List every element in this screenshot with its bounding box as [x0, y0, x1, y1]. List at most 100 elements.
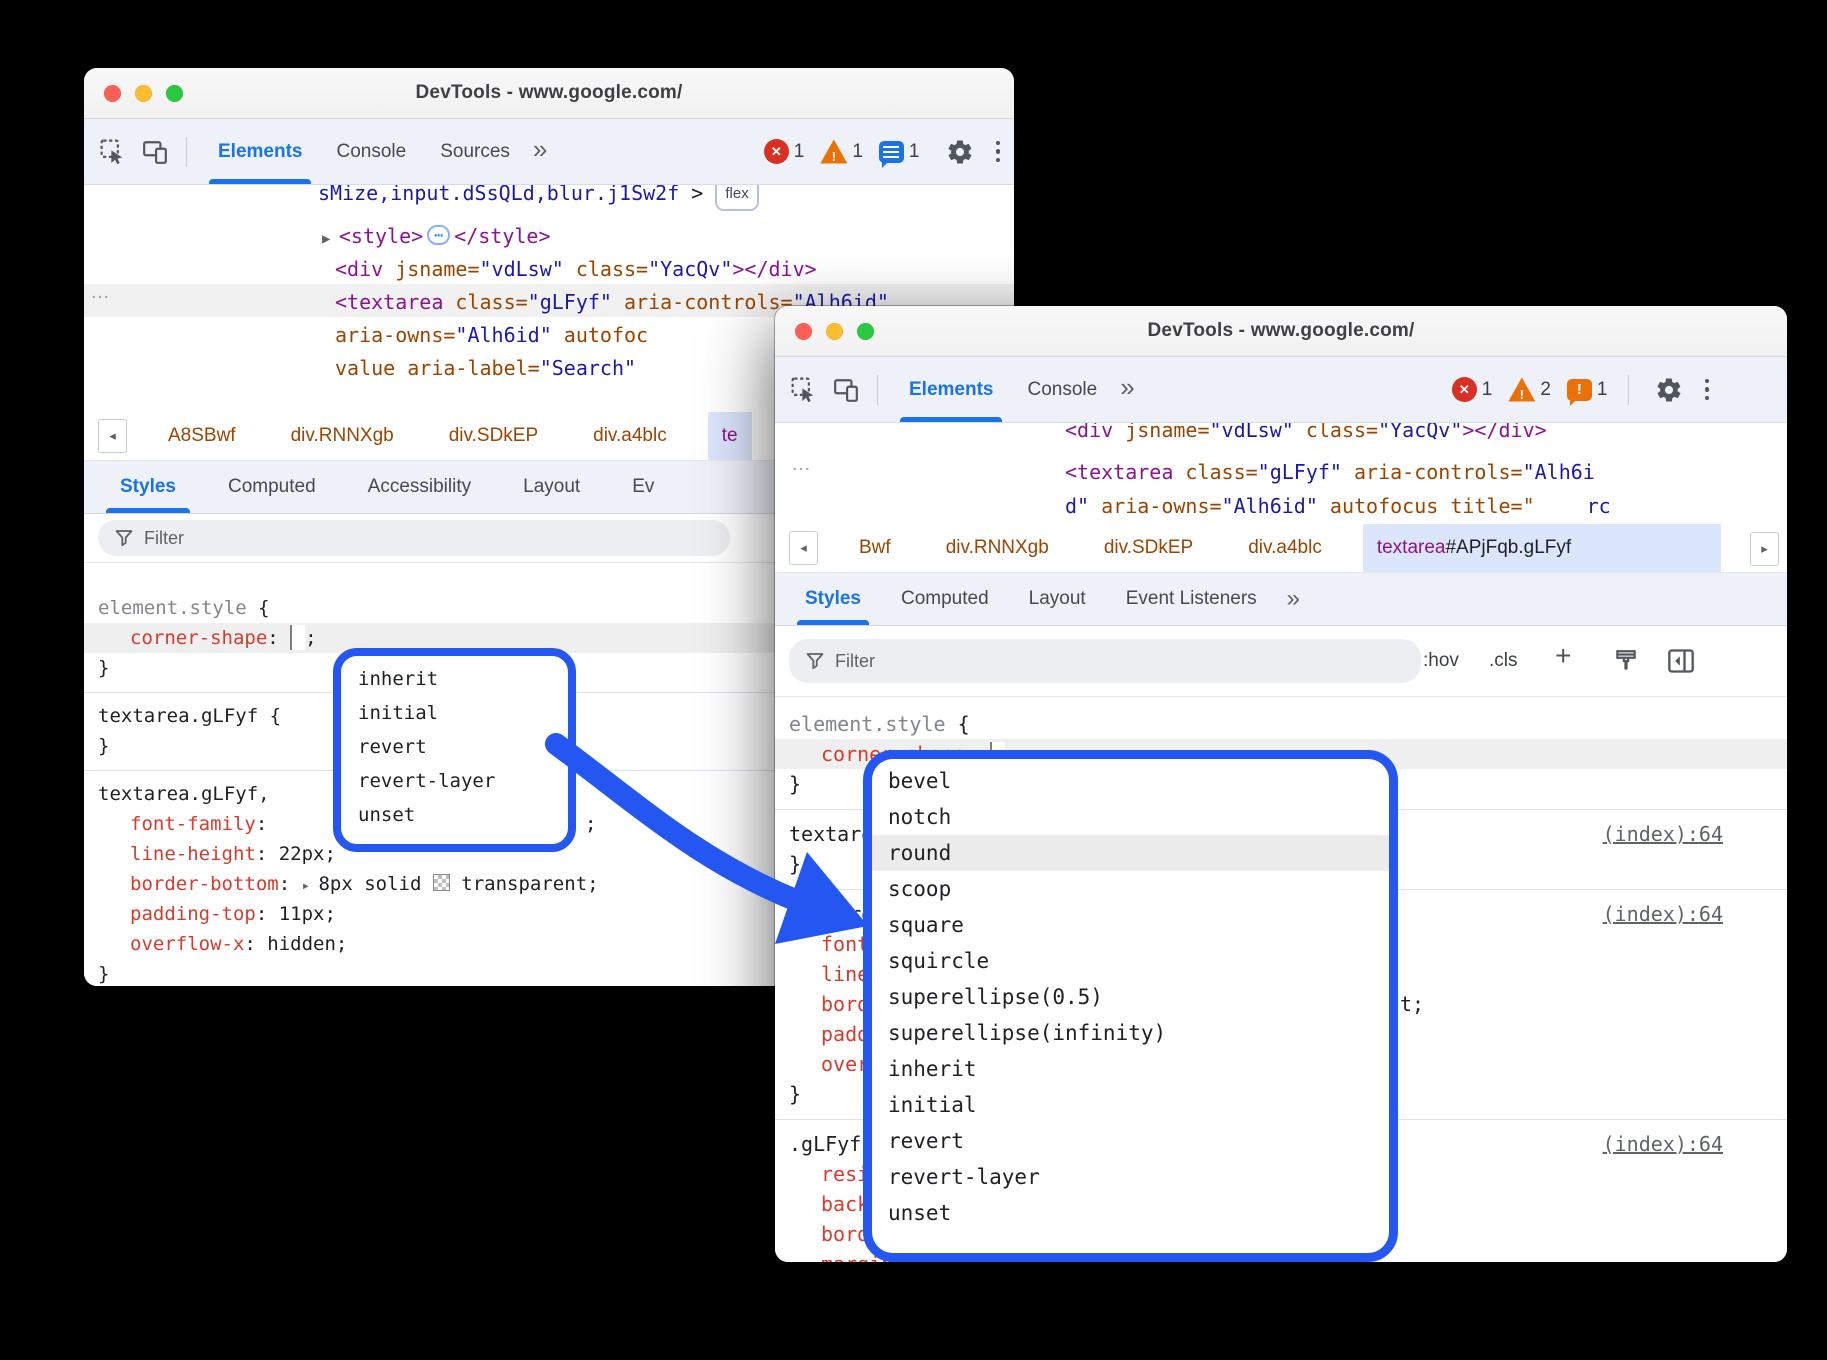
autocomplete-option[interactable]: revert-layer	[341, 764, 568, 798]
titlebar: DevTools - www.google.com/	[84, 68, 1014, 119]
error-badge[interactable]: ✕1	[1452, 377, 1493, 402]
more-panels-icon[interactable]: »	[1287, 585, 1298, 613]
panel-tab-computed[interactable]: Computed	[881, 573, 1009, 625]
inspect-element-icon[interactable]	[789, 375, 819, 405]
dom-tree-line[interactable]: value aria-label="Search"	[335, 353, 648, 383]
autocomplete-option[interactable]: square	[872, 907, 1389, 943]
tab-console[interactable]: Console	[1010, 357, 1114, 422]
dom-tree-line[interactable]: <textarea class="gLFyf" aria-controls="A…	[1065, 457, 1595, 487]
dom-tree-line[interactable]: <div jsname="vdLsw" class="YacQv"></div>	[1065, 423, 1547, 445]
toggle-hover-state-button[interactable]: :hov	[1423, 626, 1459, 696]
zoom-button[interactable]	[166, 85, 183, 102]
close-button[interactable]	[104, 85, 121, 102]
breadcrumb-item[interactable]: div.SDkEP	[1090, 524, 1207, 572]
panel-tab-layout[interactable]: Layout	[497, 461, 606, 513]
panel-tab-computed[interactable]: Computed	[202, 461, 342, 513]
dom-tree-line[interactable]: ▶ <style>⋯</style>	[322, 221, 551, 254]
text-caret	[290, 625, 305, 650]
breadcrumb-item[interactable]: div.a4blc	[1234, 524, 1336, 572]
stylesheet-source-link[interactable]: (index):64	[1603, 1129, 1723, 1159]
breadcrumb-item[interactable]: Bwf	[845, 524, 905, 572]
zoom-button[interactable]	[857, 323, 874, 340]
code-text: }	[789, 852, 801, 876]
breadcrumb-item[interactable]: te	[708, 412, 752, 460]
stylesheet-source-link[interactable]: (index):64	[1603, 819, 1723, 849]
autocomplete-option[interactable]: scoop	[872, 871, 1389, 907]
dock-sidebar-icon[interactable]	[1667, 626, 1695, 696]
brush-icon[interactable]	[1613, 626, 1639, 696]
error-badge[interactable]: ✕1	[764, 139, 805, 164]
autocomplete-option[interactable]: unset	[341, 798, 568, 832]
autocomplete-option[interactable]: revert	[872, 1123, 1389, 1159]
autocomplete-option[interactable]: superellipse(infinity)	[872, 1015, 1389, 1051]
breadcrumb-back-icon[interactable]: ◂	[789, 531, 818, 565]
issue-badge[interactable]: !1	[1567, 379, 1608, 401]
autocomplete-option[interactable]: superellipse(0.5)	[872, 979, 1389, 1015]
close-button[interactable]	[795, 323, 812, 340]
panel-tab-accessibility[interactable]: Accessibility	[342, 461, 497, 513]
style-filter-input[interactable]: Filter	[98, 520, 730, 556]
panel-tab-ev[interactable]: Ev	[606, 461, 680, 513]
breadcrumb-item[interactable]: A8SBwf	[154, 412, 250, 460]
autocomplete-option[interactable]: round	[872, 835, 1389, 871]
minimize-button[interactable]	[826, 323, 843, 340]
code-text: <div	[335, 257, 383, 281]
more-options-icon[interactable]	[996, 141, 1001, 163]
message-badge[interactable]: 1	[879, 141, 920, 163]
code-text: "Alh6i	[1523, 460, 1595, 484]
tab-console[interactable]: Console	[319, 119, 423, 184]
breadcrumb-forward-icon[interactable]: ▸	[1750, 532, 1779, 566]
autocomplete-option[interactable]: squircle	[872, 943, 1389, 979]
code-text: :	[256, 903, 279, 925]
code-text: aria-owns=	[335, 323, 455, 347]
warning-badge[interactable]: !2	[1508, 378, 1551, 402]
code-text: line-height	[130, 843, 256, 865]
style-rule-line[interactable]: element.style {	[775, 709, 1787, 739]
panel-tab-layout[interactable]: Layout	[1009, 573, 1106, 625]
autocomplete-option[interactable]: inherit	[872, 1051, 1389, 1087]
settings-gear-icon[interactable]	[1655, 376, 1683, 404]
autocomplete-option[interactable]: bevel	[872, 763, 1389, 799]
warning-badge[interactable]: !1	[820, 140, 863, 164]
settings-gear-icon[interactable]	[946, 138, 974, 166]
toggle-device-toolbar-icon[interactable]	[831, 375, 861, 405]
autocomplete-option[interactable]: inherit	[341, 662, 568, 696]
autocomplete-option[interactable]: revert	[341, 730, 568, 764]
toggle-device-toolbar-icon[interactable]	[140, 137, 170, 167]
breadcrumb-back-icon[interactable]: ◂	[98, 419, 127, 453]
style-filter-input[interactable]: Filter	[789, 639, 1421, 683]
code-text: class=	[1173, 460, 1257, 484]
more-tabs-icon[interactable]: »	[533, 134, 545, 165]
dom-tree-line[interactable]: d" aria-owns="Alh6id" autofocus title="r…	[1065, 491, 1611, 521]
code-text: </style>	[454, 224, 550, 248]
tab-sources[interactable]: Sources	[423, 119, 527, 184]
dom-tree-line[interactable]: <div jsname="vdLsw" class="YacQv"></div>	[335, 254, 817, 284]
more-tabs-icon[interactable]: »	[1120, 372, 1132, 403]
tab-elements[interactable]: Elements	[892, 357, 1010, 422]
code-text: :	[244, 933, 267, 955]
autocomplete-option[interactable]: initial	[872, 1087, 1389, 1123]
panel-tab-event-listeners[interactable]: Event Listeners	[1106, 573, 1277, 625]
minimize-button[interactable]	[135, 85, 152, 102]
expand-inline-styles-icon[interactable]: ⋯	[427, 225, 450, 245]
breadcrumb-item[interactable]: div.RNNXgb	[277, 412, 408, 460]
breadcrumb-item[interactable]: div.a4blc	[579, 412, 681, 460]
autocomplete-option[interactable]: initial	[341, 696, 568, 730]
more-options-icon[interactable]	[1705, 379, 1710, 401]
panel-tab-styles[interactable]: Styles	[785, 573, 881, 625]
tab-elements[interactable]: Elements	[201, 119, 319, 184]
flex-badge[interactable]: flex	[715, 185, 758, 211]
stylesheet-source-link[interactable]: (index):64	[1603, 899, 1723, 929]
inspect-element-icon[interactable]	[98, 137, 128, 167]
panel-tab-styles[interactable]: Styles	[94, 461, 202, 513]
breadcrumb-item[interactable]: div.RNNXgb	[932, 524, 1063, 572]
dom-tree-line[interactable]: aria-owns="Alh6id" autofoc	[335, 320, 648, 350]
autocomplete-option[interactable]: revert-layer	[872, 1159, 1389, 1195]
autocomplete-option[interactable]: unset	[872, 1195, 1389, 1231]
element-classes-button[interactable]: .cls	[1489, 626, 1518, 696]
autocomplete-option[interactable]: notch	[872, 799, 1389, 835]
dom-tree-line[interactable]: sMize,input.dSsQLd,blur.j1Sw2f > flex	[318, 185, 759, 211]
breadcrumb-item[interactable]: div.SDkEP	[435, 412, 552, 460]
breadcrumb-item[interactable]: textarea#APjFqb.gLFyf	[1363, 524, 1721, 572]
code-text: aria-owns=	[1089, 494, 1221, 518]
